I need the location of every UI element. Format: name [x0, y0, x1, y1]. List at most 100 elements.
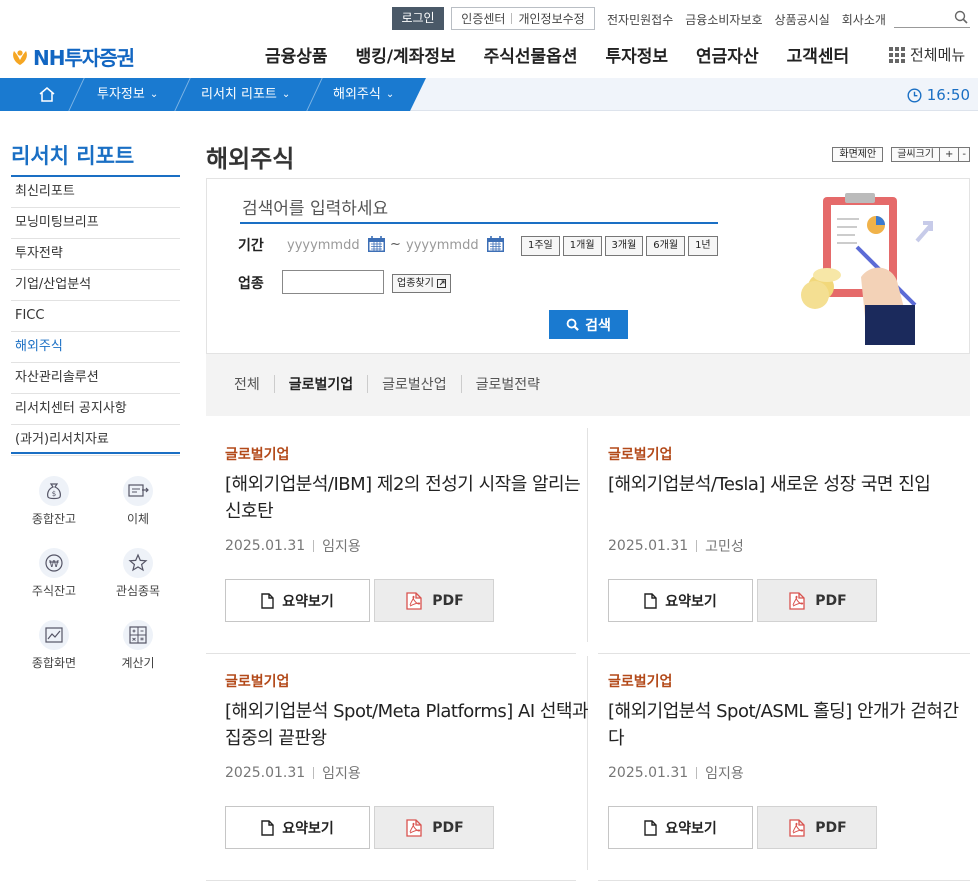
quick-total-balance[interactable]: $ 종합잔고: [20, 476, 88, 527]
chevron-down-icon: ⌄: [385, 89, 395, 100]
pdf-button[interactable]: PDF: [757, 579, 877, 622]
quick-overview-screen[interactable]: 종합화면: [20, 620, 88, 671]
tab-global-industry[interactable]: 글로벌산업: [368, 374, 460, 394]
all-menu-button[interactable]: 전체메뉴: [889, 44, 965, 65]
sidebar-item-notice[interactable]: 리서치센터 공지사항: [11, 394, 180, 425]
breadcrumb-label: 해외주식: [333, 87, 381, 102]
sidebar-item-morning-brief[interactable]: 모닝미팅브리프: [11, 208, 180, 239]
summary-button[interactable]: 요약보기: [608, 806, 753, 849]
clock: 16:50: [907, 86, 970, 104]
breadcrumb-item-investment-info[interactable]: 투자정보 ⌄: [97, 78, 158, 111]
logo[interactable]: NH투자증권: [10, 42, 135, 71]
category-tabs: 전체 글로벌기업 글로벌산업 글로벌전략: [234, 374, 554, 394]
global-search-input[interactable]: [894, 7, 970, 28]
sidebar-item-ficc[interactable]: FICC: [11, 301, 180, 332]
sidebar-item-strategy[interactable]: 투자전략: [11, 239, 180, 270]
industry-input[interactable]: [282, 270, 384, 294]
report-title[interactable]: [해외기업분석 Spot/Meta Platforms] AI 선택과 집중의 …: [225, 698, 589, 752]
date-from-input[interactable]: yyyymmdd: [287, 238, 360, 253]
tab-all[interactable]: 전체: [234, 374, 274, 394]
industry-label: 업종: [238, 276, 264, 292]
font-size-decrease-button[interactable]: -: [959, 148, 969, 161]
report-title[interactable]: [해외기업분석/Tesla] 새로운 성장 국면 진입: [608, 471, 972, 498]
report-title[interactable]: [해외기업분석 Spot/ASML 홀딩] 안개가 걷혀간다: [608, 698, 972, 752]
quick-label: 주식잔고: [31, 584, 77, 598]
quick-transfer[interactable]: 이체: [104, 476, 172, 527]
breadcrumb-label: 투자정보: [97, 87, 145, 102]
report-title[interactable]: [해외기업분석/IBM] 제2의 전성기 시작을 알리는 신호탄: [225, 471, 589, 525]
quick-label: 종합잔고: [31, 512, 77, 526]
pdf-label: PDF: [432, 592, 464, 609]
sidebar-item-latest[interactable]: 최신리포트: [11, 177, 180, 208]
tab-global-company[interactable]: 글로벌기업: [275, 374, 367, 394]
period-1year-button[interactable]: 1년: [688, 236, 718, 256]
quick-stock-balance[interactable]: ₩ 주식잔고: [20, 548, 88, 599]
logo-text: NH투자증권: [33, 46, 135, 70]
calendar-icon[interactable]: [367, 235, 386, 253]
divider: [11, 452, 180, 454]
industry-find-button[interactable]: 업종찾기: [392, 274, 451, 293]
period-label: 기간: [238, 238, 264, 254]
util-link-complaint[interactable]: 전자민원접수: [607, 11, 673, 28]
report-date: 2025.01.31: [608, 538, 689, 554]
star-icon: [123, 548, 153, 578]
gnb-item-customer-center[interactable]: 고객센터: [787, 42, 850, 67]
gnb-item-pension[interactable]: 연금자산: [696, 42, 759, 67]
pdf-icon: [789, 591, 805, 610]
gnb-item-banking[interactable]: 뱅킹/계좌정보: [356, 42, 456, 67]
quick-calculator[interactable]: 계산기: [104, 620, 172, 671]
logo-icon: [13, 49, 27, 65]
breadcrumb-item-overseas[interactable]: 해외주식 ⌄: [333, 78, 394, 111]
search-submit-button[interactable]: 검색: [549, 310, 628, 339]
util-link-disclosure[interactable]: 상품공시실: [775, 11, 830, 28]
sidebar-item-industry[interactable]: 기업/산업분석: [11, 270, 180, 301]
divider: [313, 767, 315, 779]
font-size-increase-button[interactable]: +: [940, 148, 960, 161]
util-link-consumer-protection[interactable]: 금융소비자보호: [685, 11, 762, 28]
pdf-button[interactable]: PDF: [757, 806, 877, 849]
date-to-input[interactable]: yyyymmdd: [406, 238, 479, 253]
report-card: 글로벌기업 [해외기업분석 Spot/ASML 홀딩] 안개가 걷혀간다 202…: [608, 671, 972, 849]
tab-global-strategy[interactable]: 글로벌전략: [462, 374, 554, 394]
clock-time: 16:50: [926, 86, 970, 104]
report-meta: 2025.01.31 임지용: [225, 763, 361, 783]
divider: [598, 880, 970, 881]
period-3month-button[interactable]: 3개월: [604, 236, 644, 256]
search-icon[interactable]: [954, 10, 968, 24]
summary-label: 요약보기: [282, 820, 334, 837]
summary-button[interactable]: 요약보기: [608, 579, 753, 622]
industry-find-label: 업종찾기: [397, 278, 434, 289]
report-illustration: [801, 193, 933, 345]
cert-center-link[interactable]: 인증센터: [461, 10, 505, 27]
util-link-company[interactable]: 회사소개: [842, 11, 886, 28]
privacy-edit-link[interactable]: 개인정보수정: [518, 10, 584, 27]
cert-privacy-group: 인증센터 개인정보수정: [451, 7, 595, 30]
suggest-screen-button[interactable]: 화면제안: [832, 147, 884, 162]
gnb-item-investment-info[interactable]: 투자정보: [605, 42, 668, 67]
calendar-icon[interactable]: [486, 235, 505, 253]
report-card: 글로벌기업 [해외기업분석/Tesla] 새로운 성장 국면 진입 2025.0…: [608, 444, 972, 622]
summary-button[interactable]: 요약보기: [225, 579, 370, 622]
breadcrumb-item-research[interactable]: 리서치 리포트 ⌄: [201, 78, 290, 111]
quick-watchlist[interactable]: 관심종목: [104, 548, 172, 599]
divider: [206, 653, 576, 654]
report-category: 글로벌기업: [225, 447, 290, 463]
pdf-button[interactable]: PDF: [374, 806, 494, 849]
period-6month-button[interactable]: 6개월: [646, 236, 686, 256]
period-1week-button[interactable]: 1주일: [521, 236, 560, 256]
search-icon: [566, 318, 579, 331]
chart-screen-icon: [39, 620, 69, 650]
keyword-search-input[interactable]: 검색어를 입력하세요: [240, 197, 718, 224]
home-button[interactable]: [38, 78, 56, 111]
pdf-icon: [406, 818, 422, 837]
divider: [598, 653, 970, 654]
pdf-button[interactable]: PDF: [374, 579, 494, 622]
login-button[interactable]: 로그인: [392, 7, 444, 30]
gnb-item-financial-products[interactable]: 금융상품: [265, 42, 328, 67]
period-1month-button[interactable]: 1개월: [562, 236, 602, 256]
summary-button[interactable]: 요약보기: [225, 806, 370, 849]
utility-links: 전자민원접수 금융소비자보호 상품공시실 회사소개: [607, 11, 886, 28]
sidebar-item-asset-solution[interactable]: 자산관리솔루션: [11, 363, 180, 394]
sidebar-item-overseas[interactable]: 해외주식: [11, 332, 180, 363]
gnb-item-stocks-futures[interactable]: 주식선물옵션: [484, 42, 578, 67]
